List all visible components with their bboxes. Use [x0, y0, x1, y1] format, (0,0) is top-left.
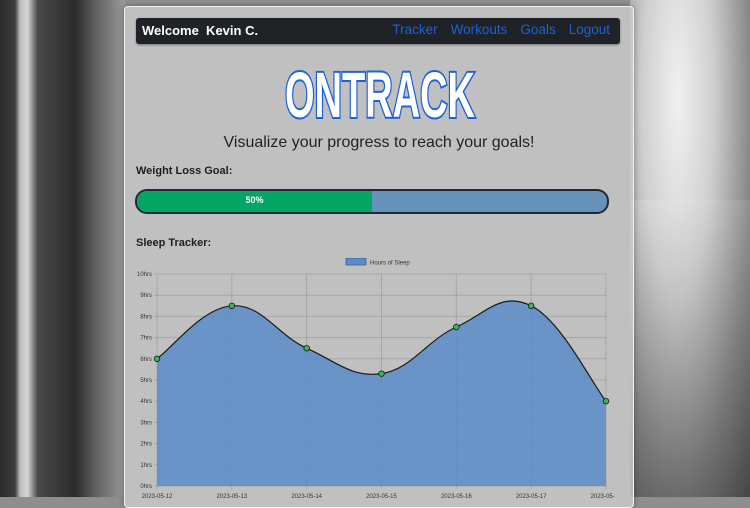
logo-track: TRACK: [342, 59, 475, 125]
x-tick-label: 2023-05-13: [216, 494, 247, 500]
progress-text: 50%: [245, 195, 264, 205]
x-tick-label: 2023-05-15: [366, 494, 397, 500]
tagline: Visualize your progress to reach your go…: [223, 134, 535, 151]
sleep-tracker-label: Sleep Tracker:: [136, 237, 212, 249]
x-tick-label: 2023-05-17: [516, 494, 547, 500]
nav-link-tracker[interactable]: Tracker: [392, 22, 437, 37]
y-tick-label: 6hrs: [140, 357, 152, 363]
nav-link-logout[interactable]: Logout: [569, 22, 610, 37]
y-tick-label: 9hrs: [140, 293, 152, 299]
main-card: Welcome Kevin C. Tracker Workouts Goals …: [124, 6, 634, 508]
nav-link-goals[interactable]: Goals: [520, 22, 555, 37]
nav-links: Tracker Workouts Goals Logout: [392, 22, 610, 37]
data-point: [378, 370, 385, 377]
svg-text:ONTRACK: ONTRACK: [285, 59, 475, 125]
x-tick-label: 2023-05-16: [441, 494, 472, 500]
welcome-text: Welcome Kevin C.: [142, 23, 259, 38]
weight-goal-progress-bar: 50%: [135, 189, 609, 214]
logo-on: ON: [285, 59, 342, 125]
data-point: [453, 323, 460, 331]
data-point: [527, 302, 535, 309]
y-tick-label: 0hrs: [140, 484, 152, 490]
x-tick-label: 2023-05-18: [591, 494, 615, 500]
nav-link-workouts[interactable]: Workouts: [451, 22, 508, 37]
y-tick-label: 8hrs: [140, 314, 152, 320]
y-tick-label: 4hrs: [140, 399, 152, 405]
weight-goal-label: Weight Loss Goal:: [136, 165, 233, 177]
data-point: [228, 302, 236, 309]
legend-swatch: [345, 258, 367, 266]
y-tick-label: 10hrs: [137, 272, 152, 278]
x-tick-label: 2023-05-12: [142, 494, 173, 500]
navbar: Welcome Kevin C. Tracker Workouts Goals …: [136, 18, 620, 44]
data-point: [303, 344, 310, 352]
y-tick-label: 7hrs: [140, 336, 152, 342]
y-tick-label: 5hrs: [140, 378, 152, 384]
data-point: [153, 355, 161, 362]
y-tick-label: 1hrs: [140, 463, 152, 469]
y-tick-label: 2hrs: [140, 442, 152, 448]
sleep-chart: 0hrs 1hrs 2hrs 3hrs 4hrs 5hrs 6hrs 7hrs 8hrs 9hrs…: [137, 258, 615, 500]
legend-label: Hours of Sleep: [370, 261, 410, 267]
x-tick-label: 2023-05-14: [291, 494, 322, 500]
data-point: [602, 397, 610, 405]
y-tick-label: 3hrs: [140, 420, 152, 426]
ontrack-logo: ONTRACK: [283, 59, 477, 125]
